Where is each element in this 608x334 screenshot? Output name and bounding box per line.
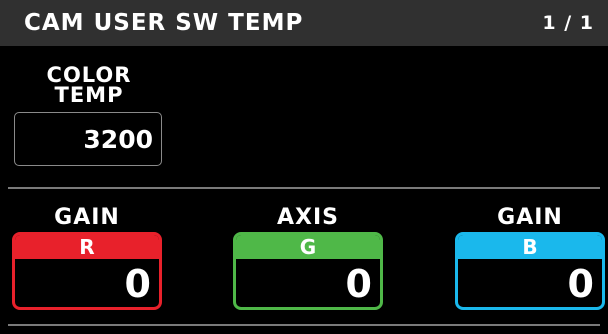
color-temp-label: COLOR TEMP [14, 63, 164, 107]
section-divider [8, 187, 600, 189]
gain-b-value: 0 [567, 262, 594, 306]
gain-b-label: GAIN [497, 205, 563, 230]
axis-g-control: AXIS G 0 [233, 204, 383, 310]
channel-g-tag: G [236, 235, 380, 259]
gain-b-control: GAIN B 0 [455, 204, 605, 310]
camera-menu-screen: CAM USER SW TEMP 1 / 1 COLOR TEMP 3200 G… [0, 0, 608, 334]
gain-r-label: GAIN [54, 205, 120, 230]
header-bar: CAM USER SW TEMP 1 / 1 [0, 0, 608, 46]
bottom-divider [8, 324, 600, 326]
channel-r-tag: R [15, 235, 159, 259]
color-temp-label-line2: TEMP [54, 83, 124, 107]
axis-g-label: AXIS [276, 205, 340, 230]
channel-b-tag: B [458, 235, 602, 259]
axis-g-field[interactable]: G 0 [233, 232, 383, 310]
axis-g-value: 0 [345, 262, 372, 306]
gain-r-control: GAIN R 0 [12, 204, 162, 310]
color-temp-value: 3200 [83, 125, 153, 154]
gain-b-field[interactable]: B 0 [455, 232, 605, 310]
color-temp-label-line1: COLOR [46, 63, 132, 87]
page-indicator: 1 / 1 [542, 12, 594, 34]
gain-r-value: 0 [124, 262, 151, 306]
page-title: CAM USER SW TEMP [24, 10, 304, 36]
color-temp-field[interactable]: 3200 [14, 112, 162, 166]
gain-r-field[interactable]: R 0 [12, 232, 162, 310]
